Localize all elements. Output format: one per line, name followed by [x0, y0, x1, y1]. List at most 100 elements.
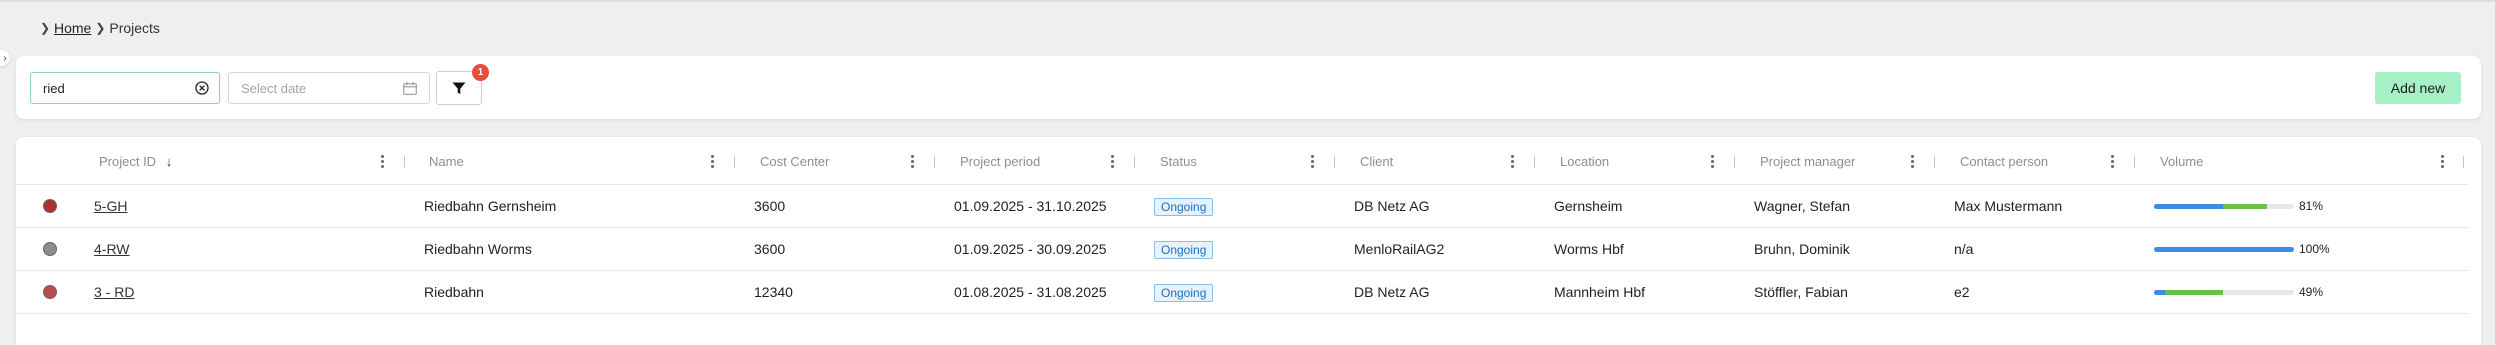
- location: Worms Hbf: [1554, 241, 1624, 257]
- column-menu-icon[interactable]: [380, 155, 384, 169]
- volume-progress-bar: [2154, 204, 2294, 209]
- client: DB Netz AG: [1354, 284, 1430, 300]
- project-period: 01.09.2025 - 30.09.2025: [954, 241, 1107, 257]
- column-resize-handle[interactable]: [2463, 156, 2464, 168]
- volume-percent: 100%: [2299, 242, 2330, 256]
- column-label[interactable]: Volume: [2160, 154, 2203, 169]
- column-label[interactable]: Status: [1160, 154, 1197, 169]
- clear-icon[interactable]: [195, 81, 209, 95]
- project-manager: Wagner, Stefan: [1754, 198, 1850, 214]
- column-menu-icon[interactable]: [1310, 155, 1314, 169]
- column-label[interactable]: Client: [1360, 154, 1393, 169]
- search-field[interactable]: [30, 72, 220, 104]
- breadcrumb-home-link[interactable]: Home: [54, 20, 91, 36]
- column-header-location[interactable]: Location: [1560, 151, 1609, 173]
- cost-center: 3600: [754, 241, 786, 257]
- top-border: [0, 0, 2495, 2]
- breadcrumb: ❯ Home ❯ Projects: [36, 18, 160, 38]
- chevron-right-icon: ❯: [39, 21, 51, 35]
- table-row[interactable]: 4-RW Riedbahn Worms 3600 01.09.2025 - 30…: [16, 228, 2468, 270]
- column-label[interactable]: Cost Center: [760, 154, 829, 169]
- column-resize-handle[interactable]: [734, 156, 735, 168]
- column-menu-icon[interactable]: [910, 155, 914, 169]
- contact-person: n/a: [1954, 241, 1974, 257]
- project-name: Riedbahn Worms: [424, 241, 532, 257]
- column-menu-icon[interactable]: [2110, 155, 2114, 169]
- calendar-icon[interactable]: [403, 82, 417, 95]
- column-label[interactable]: Contact person: [1960, 154, 2048, 169]
- column-resize-handle[interactable]: [1934, 156, 1935, 168]
- sidebar-toggle[interactable]: ›: [0, 50, 10, 66]
- location: Mannheim Hbf: [1554, 284, 1646, 300]
- cost-center: 3600: [754, 198, 786, 214]
- add-new-button[interactable]: Add new: [2375, 72, 2461, 104]
- project-name: Riedbahn Gernsheim: [424, 198, 557, 214]
- column-header-project-period[interactable]: Project period: [960, 151, 1040, 173]
- project-manager: Bruhn, Dominik: [1754, 241, 1850, 257]
- project-id-link[interactable]: 3 - RD: [94, 271, 134, 313]
- column-menu-icon[interactable]: [1710, 155, 1714, 169]
- row-divider: [16, 313, 2468, 314]
- status-cell: Ongoing: [1154, 271, 1214, 313]
- volume-percent: 49%: [2299, 285, 2324, 299]
- column-label[interactable]: Name: [429, 154, 464, 169]
- volume-bar-blue: [2154, 204, 2223, 209]
- status-badge: Ongoing: [1154, 198, 1214, 217]
- column-header-client[interactable]: Client: [1360, 151, 1393, 173]
- column-header-name[interactable]: Name: [429, 151, 464, 173]
- chevron-right-icon: ❯: [95, 21, 106, 35]
- column-label[interactable]: Project ID: [99, 154, 156, 169]
- table-row[interactable]: 5-GH Riedbahn Gernsheim 3600 01.09.2025 …: [16, 185, 2468, 227]
- column-menu-icon[interactable]: [1510, 155, 1514, 169]
- column-resize-handle[interactable]: [1734, 156, 1735, 168]
- column-menu-icon[interactable]: [2440, 155, 2444, 169]
- status-badge: Ongoing: [1154, 284, 1214, 303]
- table-header: Project ID ↓ Name Cost Center Project pe…: [16, 151, 2481, 173]
- column-resize-handle[interactable]: [2134, 156, 2135, 168]
- status-dot: [43, 285, 57, 299]
- date-picker[interactable]: [228, 72, 430, 104]
- column-menu-icon[interactable]: [710, 155, 714, 169]
- column-header-status[interactable]: Status: [1160, 151, 1197, 173]
- volume-progress-bar: [2154, 247, 2294, 252]
- volume-bar-blue: [2154, 290, 2166, 295]
- location: Gernsheim: [1554, 198, 1623, 214]
- chevron-right-icon: ›: [3, 52, 7, 64]
- column-header-contact-person[interactable]: Contact person: [1960, 151, 2048, 173]
- column-resize-handle[interactable]: [1334, 156, 1335, 168]
- column-label[interactable]: Project manager: [1760, 154, 1855, 169]
- column-header-cost-center[interactable]: Cost Center: [760, 151, 829, 173]
- column-header-project-manager[interactable]: Project manager: [1760, 151, 1855, 173]
- column-resize-handle[interactable]: [1534, 156, 1535, 168]
- column-header-volume[interactable]: Volume: [2160, 151, 2203, 173]
- column-resize-handle[interactable]: [1134, 156, 1135, 168]
- filter-toolbar: 1 Add new: [16, 56, 2481, 119]
- project-id-link[interactable]: 4-RW: [94, 228, 130, 270]
- column-resize-handle[interactable]: [934, 156, 935, 168]
- client: MenloRailAG2: [1354, 241, 1445, 257]
- status-cell: Ongoing: [1154, 185, 1214, 227]
- column-label[interactable]: Project period: [960, 154, 1040, 169]
- project-id-link[interactable]: 5-GH: [94, 185, 127, 227]
- search-input[interactable]: [31, 73, 191, 103]
- project-name: Riedbahn: [424, 284, 484, 300]
- project-period: 01.08.2025 - 31.08.2025: [954, 284, 1107, 300]
- column-menu-icon[interactable]: [1110, 155, 1114, 169]
- column-resize-handle[interactable]: [404, 156, 405, 168]
- contact-person: Max Mustermann: [1954, 198, 2063, 214]
- breadcrumb-current: Projects: [109, 20, 160, 36]
- volume-progress-bar: [2154, 290, 2294, 295]
- status-dot: [43, 242, 57, 256]
- status-badge: Ongoing: [1154, 241, 1214, 260]
- column-label[interactable]: Location: [1560, 154, 1609, 169]
- filter-icon: [452, 82, 466, 94]
- status-cell: Ongoing: [1154, 228, 1214, 270]
- filter-button[interactable]: 1: [436, 64, 489, 105]
- sort-descending-icon[interactable]: ↓: [166, 151, 173, 173]
- table-row[interactable]: 3 - RD Riedbahn 12340 01.08.2025 - 31.08…: [16, 271, 2468, 313]
- column-header-project-id[interactable]: Project ID ↓: [99, 151, 172, 173]
- contact-person: e2: [1954, 284, 1970, 300]
- date-input[interactable]: [229, 73, 399, 103]
- projects-table: Project ID ↓ Name Cost Center Project pe…: [16, 137, 2481, 345]
- column-menu-icon[interactable]: [1910, 155, 1914, 169]
